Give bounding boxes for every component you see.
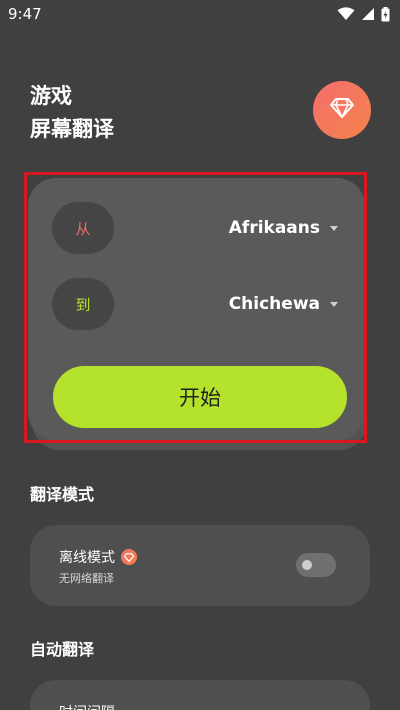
offline-mode-toggle[interactable]: [296, 553, 336, 577]
page-title-line-1: 游戏: [30, 84, 72, 108]
target-language-tag: 到: [52, 278, 114, 330]
offline-mode-label: 离线模式: [59, 550, 115, 566]
target-language-select[interactable]: Chichewa: [229, 294, 342, 314]
gem-icon: [330, 98, 354, 122]
source-language-select[interactable]: Afrikaans: [229, 218, 342, 238]
auto-translate-heading: 自动翻译: [30, 640, 95, 659]
source-language-row: 从 Afrikaans: [52, 202, 342, 254]
start-button[interactable]: 开始: [53, 366, 347, 428]
interval-card[interactable]: 时间间隔: [30, 680, 370, 710]
interval-label: 时间间隔: [59, 702, 115, 710]
toggle-knob: [302, 560, 312, 570]
premium-badge-icon: [121, 549, 137, 565]
wifi-icon: [337, 7, 355, 21]
target-language-value: Chichewa: [228, 294, 320, 314]
source-language-tag: 从: [52, 202, 114, 254]
status-icons: [337, 6, 390, 22]
page-title-line-2: 屏幕翻译: [30, 117, 114, 141]
source-language-value: Afrikaans: [228, 218, 320, 238]
status-bar: 9:47: [0, 0, 400, 28]
premium-button[interactable]: [313, 81, 371, 139]
offline-mode-label-row: 离线模式: [59, 547, 137, 567]
status-time: 9:47: [8, 5, 42, 23]
target-language-row: 到 Chichewa: [52, 278, 342, 330]
battery-charging-icon: [381, 6, 390, 22]
page-title: 游戏 屏幕翻译: [30, 80, 114, 146]
signal-icon: [361, 7, 375, 21]
chevron-down-icon: [330, 301, 338, 307]
translation-mode-heading: 翻译模式: [30, 485, 95, 504]
offline-mode-description: 无网络翻译: [59, 572, 114, 585]
chevron-down-icon: [330, 225, 338, 231]
